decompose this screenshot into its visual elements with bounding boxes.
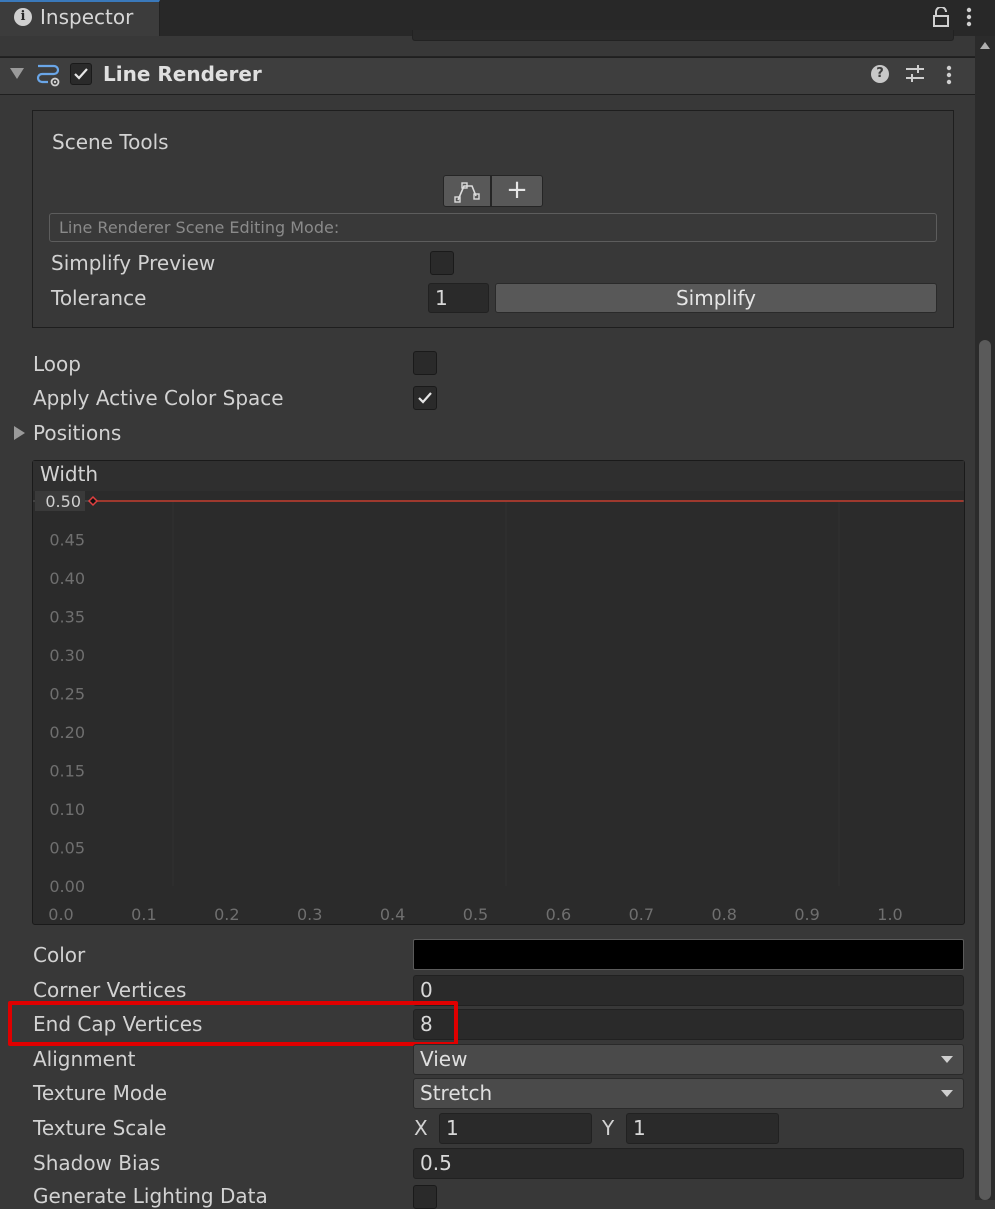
x-tick-label: 0.7 (629, 905, 654, 924)
scroll-up-arrow-icon[interactable] (980, 42, 990, 49)
edit-points-icon (454, 182, 480, 203)
positions-foldout-arrow-icon[interactable] (14, 426, 25, 440)
curve-keyframe (87, 495, 99, 507)
alignment-value: View (420, 1047, 468, 1071)
tolerance-input[interactable]: 1 (428, 283, 489, 313)
edit-points-button[interactable] (443, 175, 491, 207)
generate-lighting-data-label: Generate Lighting Data (33, 1184, 268, 1208)
apply-active-color-space-label: Apply Active Color Space (33, 386, 284, 410)
help-icon[interactable]: ? (871, 65, 889, 83)
texture-mode-label: Texture Mode (33, 1081, 168, 1105)
component-enabled-checkbox[interactable] (70, 63, 92, 85)
shadow-bias-label: Shadow Bias (33, 1151, 161, 1175)
x-tick-label: 0.1 (131, 905, 156, 924)
scene-tools-title: Scene Tools (52, 130, 169, 154)
previous-component-field (412, 30, 954, 41)
chevron-down-icon (941, 1090, 953, 1097)
tolerance-label: Tolerance (51, 286, 147, 310)
lock-icon[interactable] (932, 7, 950, 27)
current-value-label: 0.50 (45, 492, 81, 511)
simplify-button[interactable]: Simplify (495, 283, 937, 313)
preset-settings-icon[interactable] (904, 64, 926, 84)
x-tick-label: 0.6 (546, 905, 571, 924)
x-tick-label: 0.3 (297, 905, 322, 924)
component-menu-icon[interactable] (942, 64, 956, 86)
texture-scale-y-input[interactable]: 1 (626, 1113, 779, 1144)
texture-scale-y-label[interactable]: Y (602, 1116, 614, 1140)
color-label: Color (33, 943, 86, 967)
y-tick-label: 0.45 (49, 531, 85, 550)
kebab-menu-icon[interactable] (962, 6, 976, 28)
width-curve-title: Width (40, 462, 99, 486)
y-tick-label: 0.10 (49, 800, 85, 819)
simplify-preview-label: Simplify Preview (51, 251, 216, 275)
y-tick-label: 0.15 (49, 762, 85, 781)
foldout-arrow-icon[interactable] (10, 68, 24, 79)
y-tick-label: 0.00 (49, 877, 85, 896)
loop-checkbox[interactable] (413, 351, 437, 375)
scene-editing-mode-label: Line Renderer Scene Editing Mode: (59, 218, 340, 237)
x-tick-label: 0.2 (214, 905, 239, 924)
texture-mode-dropdown[interactable]: Stretch (413, 1078, 964, 1109)
texture-mode-value: Stretch (420, 1081, 493, 1105)
info-icon: i (14, 8, 32, 26)
alignment-dropdown[interactable]: View (413, 1044, 964, 1075)
positions-label[interactable]: Positions (33, 421, 121, 445)
y-tick-label: 0.20 (49, 723, 85, 742)
apply-active-color-space-checkbox[interactable] (413, 386, 437, 410)
end-cap-vertices-input[interactable]: 8 (413, 1009, 964, 1040)
line-renderer-icon (36, 64, 60, 87)
highlight-box (8, 1001, 458, 1046)
x-tick-label: 0.0 (48, 905, 73, 924)
width-curve-header (33, 461, 964, 491)
x-tick-label: 1.0 (877, 905, 902, 924)
alignment-label: Alignment (33, 1047, 136, 1071)
y-tick-label: 0.30 (49, 646, 85, 665)
y-tick-label: 0.40 (49, 569, 85, 588)
component-title: Line Renderer (103, 62, 262, 86)
checkmark-icon (74, 68, 88, 80)
texture-scale-x-input[interactable]: 1 (439, 1113, 592, 1144)
y-tick-label: 0.25 (49, 685, 85, 704)
scrollbar-thumb[interactable] (979, 340, 991, 1200)
corner-vertices-input[interactable]: 0 (413, 975, 964, 1006)
texture-scale-label: Texture Scale (33, 1116, 167, 1140)
add-point-button[interactable]: + (491, 175, 543, 207)
checkmark-icon (418, 392, 432, 404)
shadow-bias-input[interactable]: 0.5 (413, 1148, 964, 1179)
x-tick-label: 0.8 (711, 905, 736, 924)
tab-label: Inspector (40, 5, 134, 29)
x-tick-label: 0.4 (380, 905, 405, 924)
loop-label: Loop (33, 352, 81, 376)
chevron-down-icon (941, 1056, 953, 1063)
texture-scale-x-label[interactable]: X (414, 1116, 428, 1140)
corner-vertices-label: Corner Vertices (33, 978, 187, 1002)
y-tick-label: 0.35 (49, 608, 85, 627)
simplify-preview-checkbox[interactable] (430, 251, 454, 275)
generate-lighting-data-checkbox[interactable] (413, 1185, 437, 1209)
width-curve-chart[interactable]: 0.00 0.05 0.10 0.15 0.20 0.25 0.30 0.35 0.40 0.45… (33, 491, 964, 924)
x-tick-label: 0.5 (463, 905, 488, 924)
x-tick-label: 0.9 (794, 905, 819, 924)
color-field[interactable] (413, 939, 964, 970)
y-tick-label: 0.05 (49, 839, 85, 858)
